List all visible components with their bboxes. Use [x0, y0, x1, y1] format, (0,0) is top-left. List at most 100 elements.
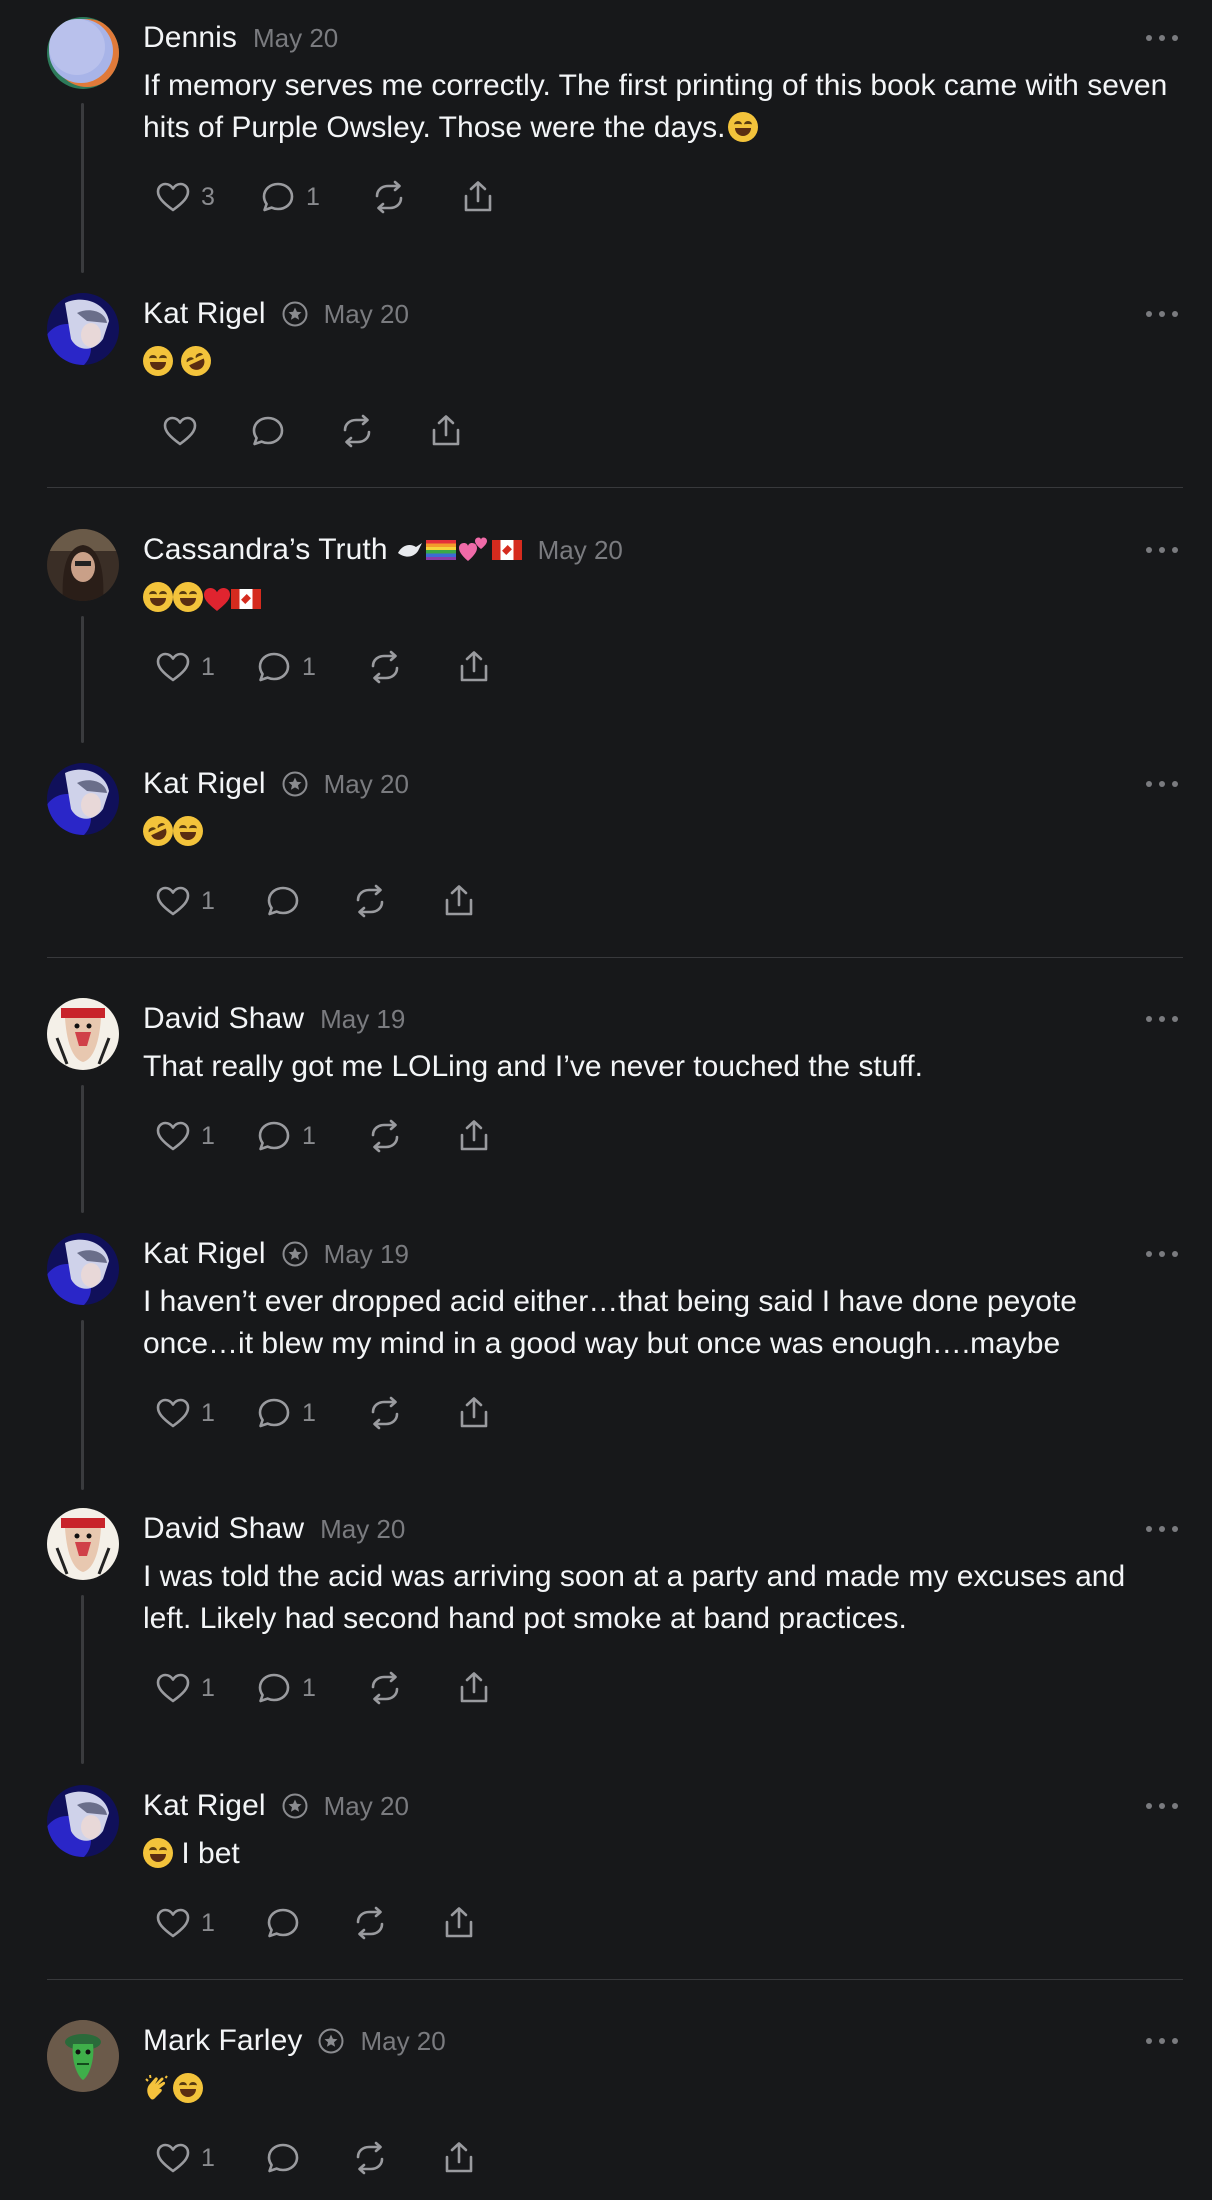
like-button[interactable]: 1: [155, 2138, 215, 2178]
like-count: 1: [201, 1908, 215, 1937]
post-text: If memory serves me correctly. The first…: [143, 69, 1168, 144]
share-button[interactable]: [456, 647, 492, 687]
author-name[interactable]: Kat Rigel: [143, 767, 266, 801]
author-name[interactable]: Kat Rigel: [143, 297, 266, 331]
clapping-hands-emoji: [145, 2074, 168, 2100]
reply-button[interactable]: 1: [256, 1393, 316, 1433]
share-button[interactable]: [441, 1903, 477, 1943]
post-header: David Shaw May 19: [143, 999, 405, 1039]
author-name[interactable]: Dennis: [143, 21, 237, 55]
avatar[interactable]: [47, 1233, 119, 1305]
post-date[interactable]: May 20: [324, 299, 409, 330]
more-icon[interactable]: [1146, 1515, 1178, 1543]
post-text: I haven’t ever dropped acid either…that …: [143, 1285, 1077, 1360]
post-date[interactable]: May 19: [324, 1239, 409, 1270]
comment-icon: [250, 413, 286, 449]
post-date[interactable]: May 20: [538, 535, 623, 566]
repost-button[interactable]: [367, 1116, 403, 1156]
share-icon: [456, 1395, 492, 1431]
share-button[interactable]: [441, 2138, 477, 2178]
repost-button[interactable]: [371, 177, 407, 217]
like-button[interactable]: 1: [155, 881, 215, 921]
thread-post: Kat Rigel May 20: [0, 270, 1212, 487]
post-header: Kat Rigel May 20: [143, 764, 409, 804]
share-button[interactable]: [456, 1116, 492, 1156]
avatar[interactable]: [47, 1508, 119, 1580]
reply-button[interactable]: 1: [256, 1116, 316, 1156]
reply-button[interactable]: [265, 2138, 301, 2178]
post-date[interactable]: May 20: [324, 769, 409, 800]
like-button[interactable]: 1: [155, 647, 215, 687]
thread-post: Dennis May 20 If memory serves me correc…: [0, 0, 1212, 273]
reply-button[interactable]: [265, 881, 301, 921]
more-icon[interactable]: [1146, 536, 1178, 564]
like-button[interactable]: 1: [155, 1668, 215, 1708]
reply-button[interactable]: [250, 411, 286, 451]
more-icon[interactable]: [1146, 24, 1178, 52]
post-header: Kat Rigel May 20: [143, 1786, 409, 1826]
post-header: Dennis May 20: [143, 18, 338, 58]
heart-icon: [162, 413, 198, 449]
repost-button[interactable]: [339, 411, 375, 451]
reply-button[interactable]: [265, 1903, 301, 1943]
comment-icon: [256, 1670, 292, 1706]
thread-post: Cassandra’s Truth May 20 1 1: [0, 488, 1212, 743]
share-button[interactable]: [456, 1668, 492, 1708]
like-count: 1: [201, 652, 215, 681]
share-button[interactable]: [460, 177, 496, 217]
like-count: 1: [201, 1121, 215, 1150]
repost-button[interactable]: [352, 881, 388, 921]
repost-button[interactable]: [352, 2138, 388, 2178]
avatar[interactable]: [47, 529, 119, 601]
more-icon[interactable]: [1146, 1792, 1178, 1820]
like-count: 1: [201, 2143, 215, 2172]
thread-post: Kat Rigel May 19 I haven’t ever dropped …: [0, 1213, 1212, 1490]
like-button[interactable]: 1: [155, 1903, 215, 1943]
share-button[interactable]: [441, 881, 477, 921]
author-name[interactable]: David Shaw: [143, 1002, 304, 1036]
more-icon[interactable]: [1146, 300, 1178, 328]
repost-button[interactable]: [367, 1668, 403, 1708]
thread-post: Mark Farley May 20 1: [0, 1980, 1212, 2200]
repost-button[interactable]: [352, 1903, 388, 1943]
like-button[interactable]: [162, 411, 198, 451]
like-count: 3: [201, 182, 215, 211]
author-name[interactable]: Mark Farley: [143, 2024, 302, 2058]
author-name[interactable]: David Shaw: [143, 1512, 304, 1546]
repost-button[interactable]: [367, 1393, 403, 1433]
author-name[interactable]: Kat Rigel: [143, 1237, 266, 1271]
post-date[interactable]: May 20: [324, 1791, 409, 1822]
share-button[interactable]: [456, 1393, 492, 1433]
avatar[interactable]: [47, 293, 119, 365]
more-icon[interactable]: [1146, 770, 1178, 798]
more-icon[interactable]: [1146, 1005, 1178, 1033]
share-button[interactable]: [428, 411, 464, 451]
post-date[interactable]: May 19: [320, 1004, 405, 1035]
avatar[interactable]: [47, 1785, 119, 1857]
avatar[interactable]: [47, 17, 119, 89]
more-icon[interactable]: [1146, 2027, 1178, 2055]
repost-icon: [367, 1118, 403, 1154]
comment-icon: [260, 179, 296, 215]
avatar[interactable]: [47, 998, 119, 1070]
post-date[interactable]: May 20: [360, 2026, 445, 2057]
share-icon: [441, 2140, 477, 2176]
reply-button[interactable]: 1: [256, 1668, 316, 1708]
post-date[interactable]: May 20: [320, 1514, 405, 1545]
more-icon[interactable]: [1146, 1240, 1178, 1268]
like-button[interactable]: 3: [155, 177, 215, 217]
verified-badge-icon: [282, 1241, 308, 1267]
post-text: [143, 577, 1173, 619]
avatar[interactable]: [47, 2020, 119, 2092]
reply-button[interactable]: 1: [260, 177, 320, 217]
repost-button[interactable]: [367, 647, 403, 687]
avatar[interactable]: [47, 763, 119, 835]
author-name[interactable]: Kat Rigel: [143, 1789, 266, 1823]
like-button[interactable]: 1: [155, 1116, 215, 1156]
reply-button[interactable]: 1: [256, 647, 316, 687]
post-date[interactable]: May 20: [253, 23, 338, 54]
like-count: 1: [201, 1398, 215, 1427]
like-button[interactable]: 1: [155, 1393, 215, 1433]
author-name[interactable]: Cassandra’s Truth: [143, 533, 388, 567]
share-icon: [460, 179, 496, 215]
